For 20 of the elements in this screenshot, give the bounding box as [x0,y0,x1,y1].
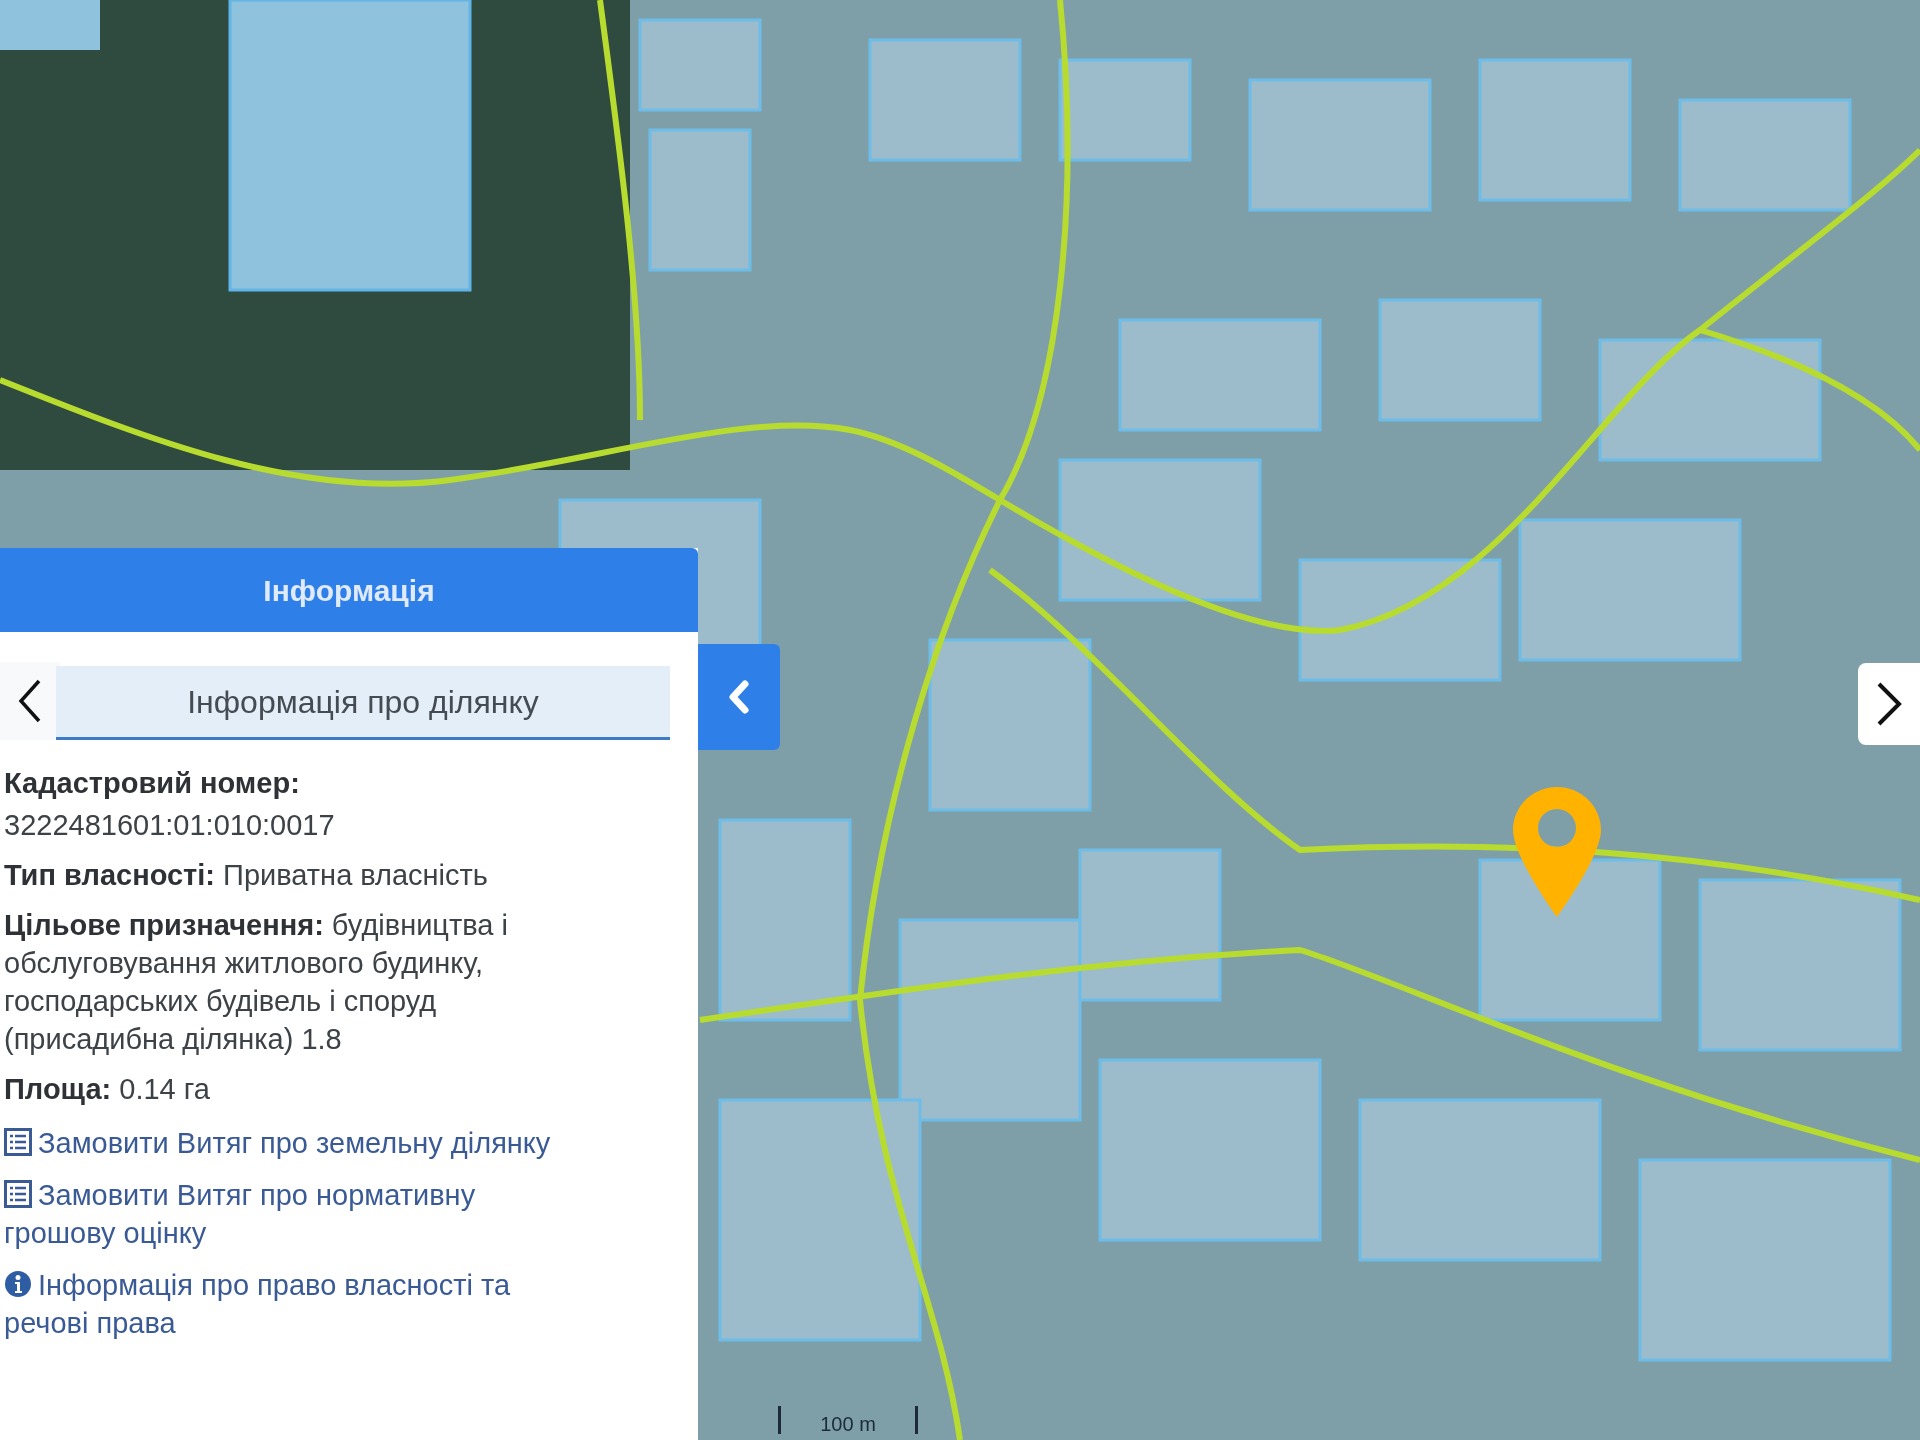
chevron-left-icon [18,678,42,724]
field-text: Цільове призначення: будівництва і обслуговування житлового будинку, господарських будівель і споруд (присадибна ділянка) 1.8 [4,908,509,1057]
panel-link[interactable]: Замовити Витяг про земельну ділянку [4,1124,568,1162]
info-icon [4,1270,32,1298]
chevron-right-icon [1876,681,1902,727]
chevron-left-icon [727,679,751,715]
panel-link[interactable]: Інформація про право власності та речові права [4,1266,568,1342]
field-text: Площа: 0.14 га [4,1072,211,1107]
field-value: 3222481601:01:010:0017 [4,808,336,843]
next-button[interactable] [1858,663,1920,745]
panel-title: Інформація [263,572,435,609]
panel-link[interactable]: Замовити Витяг про нормативну грошову оцінку [4,1176,568,1252]
list-icon [4,1180,32,1208]
back-button[interactable] [0,662,60,740]
field-text: Тип власності: Приватна власність [4,858,489,893]
scale-label: 100 m [820,1414,876,1434]
list-icon [4,1128,32,1156]
section-title: Інформація про ділянку [187,682,539,722]
field-label: Кадастровий номер: [4,766,301,801]
collapse-panel-button[interactable] [698,644,780,750]
